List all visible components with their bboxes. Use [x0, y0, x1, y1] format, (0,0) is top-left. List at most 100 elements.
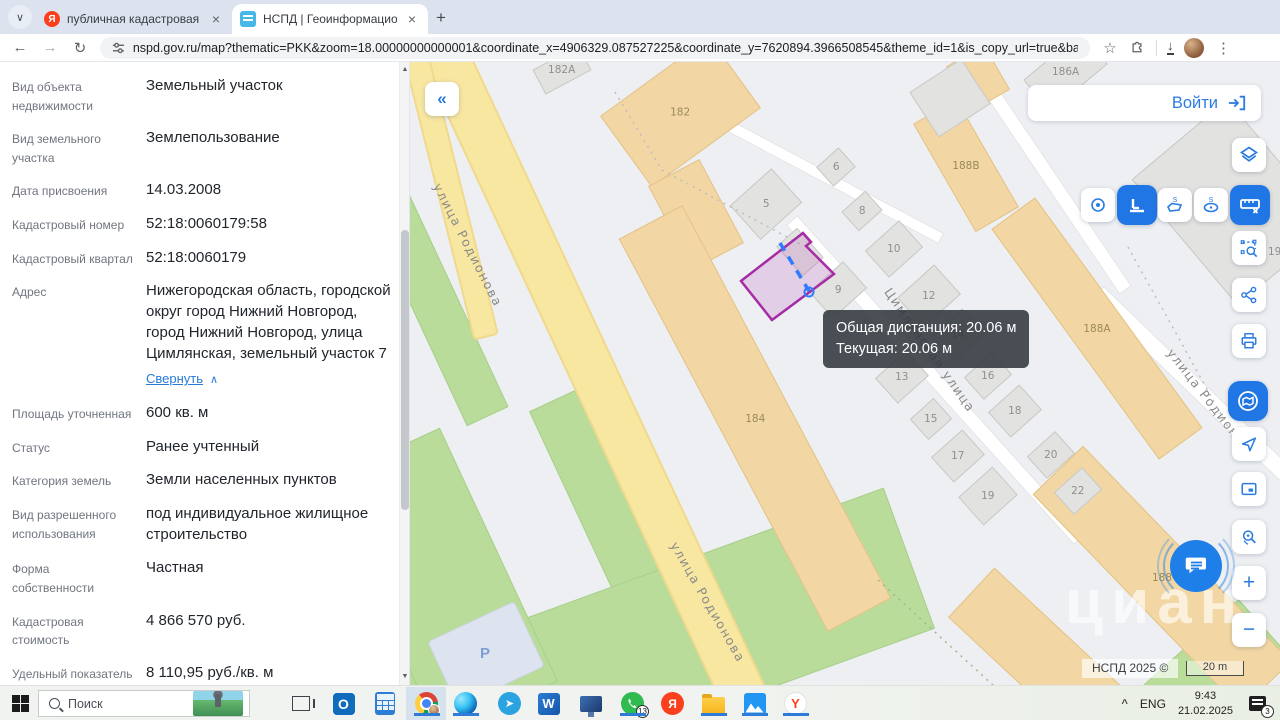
search-placeholder: Поиск — [68, 697, 185, 711]
panel-row-value: 8 110,95 руб./кв. м — [146, 663, 391, 685]
panel-row: Кадастровая стоимость4 866 570 руб. — [12, 611, 391, 650]
reload-button[interactable]: ↻ — [70, 39, 90, 57]
panel-row-value: Нижегородская область, городской округ г… — [146, 281, 391, 389]
building-number: 182А — [548, 64, 575, 76]
forward-button[interactable]: → — [40, 39, 60, 56]
feedback-map-button[interactable] — [1228, 381, 1268, 421]
map-bubble-icon — [1236, 389, 1260, 413]
telegram-icon[interactable]: ➤ — [497, 691, 522, 716]
panel-row: Кадастровый квартал52:18:0060179 — [12, 248, 391, 269]
map-building[interactable]: 15 — [910, 398, 953, 440]
screenshot-button[interactable] — [1232, 472, 1266, 506]
panel-row-value: 14.03.2008 — [146, 180, 391, 201]
tab-search-chevron-icon[interactable]: ∨ — [8, 5, 32, 29]
file-explorer-icon[interactable] — [701, 691, 726, 716]
remote-desktop-icon[interactable] — [578, 691, 603, 716]
word-icon[interactable]: W — [536, 691, 561, 716]
chrome-icon[interactable] — [414, 691, 439, 716]
my-location-button[interactable] — [1232, 427, 1266, 461]
panel-row-value: Земли населенных пунктов — [146, 470, 391, 491]
share-button[interactable] — [1232, 278, 1266, 312]
edge-icon[interactable] — [453, 691, 478, 716]
browser-menu-icon[interactable]: ⋮ — [1214, 39, 1234, 57]
panel-row-label: Удельный показатель кадастровой стоимост… — [12, 663, 134, 685]
parking-label: P — [480, 645, 490, 662]
map-building[interactable]: 18 — [988, 384, 1042, 437]
chat-bubble-icon — [1183, 553, 1209, 579]
site-info-icon[interactable] — [112, 41, 125, 55]
yandex-browser-icon[interactable]: Y — [783, 691, 808, 716]
panel-row-value: 52:18:0060179:58 — [146, 214, 391, 235]
close-tab-icon[interactable]: × — [208, 11, 224, 27]
measure-area-ellipse-button[interactable]: S — [1194, 188, 1228, 222]
measure-length-button[interactable] — [1117, 185, 1157, 225]
measure-clear-button[interactable] — [1230, 185, 1270, 225]
tab-nspd[interactable]: НСПД | Геоинформационный × — [232, 4, 428, 34]
zoom-in-button[interactable]: + — [1232, 566, 1266, 600]
login-label: Войти — [1172, 94, 1218, 113]
photos-icon[interactable] — [742, 691, 767, 716]
new-tab-button[interactable]: + — [436, 8, 446, 28]
language-indicator[interactable]: ENG — [1140, 697, 1166, 711]
yandex-icon[interactable]: Я — [660, 691, 685, 716]
url-bar[interactable]: nspd.gov.ru/map?thematic=PKK&zoom=18.000… — [100, 37, 1090, 59]
building-number: 5 — [763, 198, 770, 210]
back-button[interactable]: ← — [10, 39, 30, 56]
scrollbar-thumb[interactable] — [401, 230, 409, 510]
search-doodle-image[interactable] — [193, 691, 243, 716]
building-number: 19Б — [1268, 246, 1280, 258]
clock[interactable]: 9:43 21.02.2025 — [1178, 689, 1233, 718]
profile-avatar[interactable] — [1184, 38, 1204, 58]
select-area-search-button[interactable] — [1232, 231, 1266, 265]
panel-row-value: 4 866 570 руб. — [146, 611, 391, 650]
panel-scrollbar[interactable]: ▲ ▼ — [399, 62, 409, 685]
toolbar-divider — [1156, 40, 1157, 56]
measure-point-button[interactable] — [1081, 188, 1115, 222]
building-number: 12 — [922, 290, 935, 302]
bookmark-star-icon[interactable]: ☆ — [1100, 39, 1120, 57]
close-tab-icon[interactable]: × — [404, 11, 420, 27]
panel-row-value: 600 кв. м — [146, 403, 391, 424]
outlook-icon[interactable]: O — [331, 691, 356, 716]
map-building[interactable]: 19 — [958, 466, 1018, 525]
tray-expand-icon[interactable]: ^ — [1121, 698, 1127, 710]
collapse-panel-button[interactable]: « — [425, 82, 459, 116]
building-number: 18 — [1008, 405, 1021, 417]
zoom-out-button[interactable]: − — [1232, 613, 1266, 647]
layers-icon — [1239, 145, 1259, 165]
extensions-icon[interactable] — [1130, 40, 1146, 56]
taskbar-search[interactable]: Поиск — [38, 690, 250, 717]
task-view-button[interactable] — [288, 691, 313, 716]
print-button[interactable] — [1232, 324, 1266, 358]
chat-widget-button[interactable] — [1170, 540, 1222, 592]
panel-row-value: Земельный участок — [146, 76, 391, 115]
panel-row-label: Статус — [12, 437, 134, 458]
measure-area-polygon-button[interactable]: S — [1158, 188, 1192, 222]
panel-row-label: Кадастровый квартал — [12, 248, 134, 269]
scroll-down-icon[interactable]: ▼ — [400, 671, 410, 683]
whatsapp-icon[interactable]: 13 — [620, 691, 645, 716]
panel-row-label: Адрес — [12, 281, 134, 389]
map-canvas[interactable]: P182184188В188А188182А186А56891012131415… — [410, 62, 1280, 685]
map-building[interactable]: 182А — [532, 62, 591, 95]
start-button[interactable] — [12, 695, 29, 712]
tab-pkk[interactable]: Я публичная кадастровая карта × — [36, 4, 232, 34]
notification-center-button[interactable]: 3 — [1245, 691, 1270, 716]
scale-bar: 20 m — [1186, 661, 1244, 676]
building-number: 182 — [670, 106, 690, 118]
login-button[interactable]: Войти — [1028, 85, 1261, 121]
calculator-icon[interactable] — [372, 691, 397, 716]
measure-tooltip: Общая дистанция: 20.06 м Текущая: 20.06 … — [823, 310, 1029, 368]
map-building[interactable] — [776, 228, 824, 276]
collapse-address-link[interactable]: Свернуть — [146, 370, 203, 388]
downloads-icon[interactable]: ↓ — [1167, 40, 1174, 55]
notification-badge: 3 — [1261, 705, 1274, 718]
panel-row-label: Категория земель — [12, 470, 134, 491]
search-icon — [49, 698, 60, 709]
layers-button[interactable] — [1232, 138, 1266, 172]
length-ruler-icon — [1127, 195, 1147, 215]
url-text: nspd.gov.ru/map?thematic=PKK&zoom=18.000… — [133, 41, 1078, 55]
scroll-up-icon[interactable]: ▲ — [400, 64, 410, 76]
building-number: 19 — [981, 490, 994, 502]
search-on-map-button[interactable] — [1232, 520, 1266, 554]
